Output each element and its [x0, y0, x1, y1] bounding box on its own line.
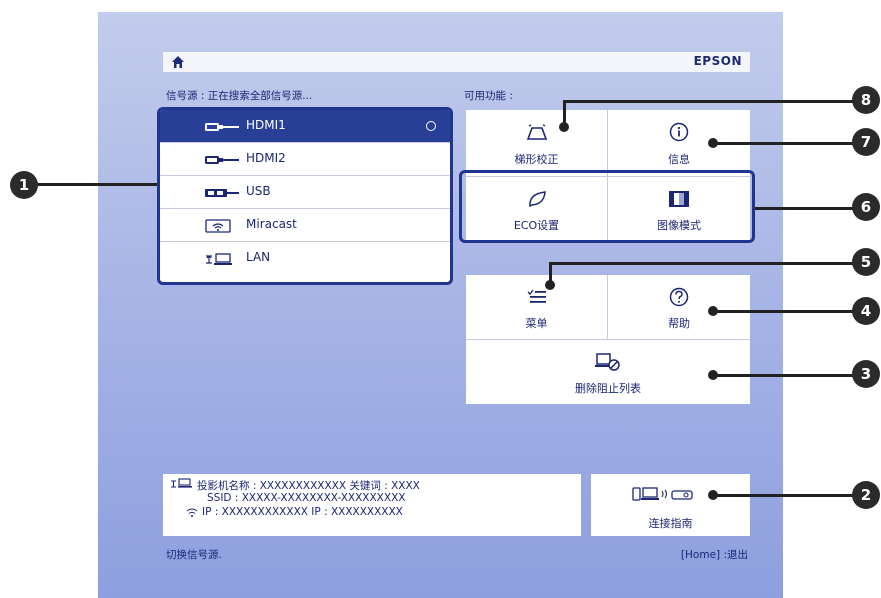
source-item-miracast[interactable]: Miracast	[160, 209, 450, 242]
delete-blocklist-button[interactable]: 删除阻止列表	[466, 340, 750, 404]
source-label: HDMI1	[246, 118, 286, 132]
source-label: HDMI2	[246, 151, 286, 165]
lan-icon	[206, 253, 232, 265]
source-label: Miracast	[246, 217, 297, 231]
hdmi-connector-icon	[205, 123, 239, 131]
callout-line	[713, 374, 853, 377]
callout-badge-8: 8	[852, 86, 880, 114]
callout-badge-1: 1	[10, 171, 38, 199]
top-bar: EPSON	[163, 52, 750, 72]
blocked-display-icon	[595, 353, 620, 371]
features-section-label: 可用功能 :	[464, 90, 513, 102]
source-label: USB	[246, 184, 271, 198]
callout-badge-4: 4	[852, 297, 880, 325]
callout-badge-5: 5	[852, 248, 880, 276]
callout-line	[713, 310, 853, 313]
menu-label: 菜单	[525, 317, 548, 330]
usb-connector-icon	[205, 189, 239, 197]
callout-dot	[559, 122, 569, 132]
source-item-usb[interactable]: USB	[160, 176, 450, 209]
projector-name-keyword: 投影机名称 : XXXXXXXXXXXX 关键词 : XXXX	[197, 480, 420, 492]
help-button[interactable]: 帮助	[608, 275, 750, 339]
menu-button[interactable]: 菜单	[466, 275, 607, 339]
help-icon	[669, 287, 689, 307]
menu-list-icon	[527, 289, 546, 303]
ssid-line: SSID : XXXXX-XXXXXXXX-XXXXXXXXX	[207, 492, 406, 504]
callout-line	[755, 207, 853, 210]
source-item-hdmi1[interactable]: HDMI1	[160, 110, 450, 143]
callout-line	[36, 183, 157, 186]
callout-line	[563, 100, 853, 103]
keystone-icon	[526, 124, 547, 140]
info-icon	[669, 122, 689, 142]
callout-badge-3: 3	[852, 360, 880, 388]
hdmi-connector-icon	[205, 156, 239, 164]
connection-guide-label: 连接指南	[648, 517, 693, 530]
connection-guide-button[interactable]: 连接指南	[591, 474, 750, 536]
callout-line	[713, 494, 853, 497]
source-section-label: 信号源 : 正在搜索全部信号源...	[166, 90, 313, 102]
ip-address-line: IP : XXXXXXXXXXXX IP : XXXXXXXXXX	[202, 506, 403, 518]
source-item-lan[interactable]: LAN	[160, 242, 450, 275]
callout-line	[549, 262, 853, 265]
footer-exit-hint: [Home] :退出	[680, 549, 748, 561]
wifi-icon	[205, 219, 231, 233]
delete-blocklist-label: 删除阻止列表	[575, 382, 641, 395]
callout-dot	[545, 280, 555, 290]
info-label: 信息	[668, 153, 690, 166]
help-label: 帮助	[668, 317, 690, 330]
home-icon[interactable]	[171, 55, 185, 69]
source-list: HDMI1 HDMI2 USB Miracast LAN	[157, 107, 453, 285]
wireless-icon	[186, 508, 198, 517]
projector-info-panel: 投影机名称 : XXXXXXXXXXXX 关键词 : XXXX SSID : X…	[163, 474, 581, 536]
callout-line	[713, 142, 853, 145]
source-item-hdmi2[interactable]: HDMI2	[160, 143, 450, 176]
source-label: LAN	[246, 250, 271, 264]
footer-hint: 切换信号源.	[166, 549, 222, 561]
keystone-button[interactable]: 梯形校正	[466, 110, 607, 176]
connection-devices-icon	[632, 487, 693, 501]
callout-badge-2: 2	[852, 481, 880, 509]
selected-radio-indicator	[426, 121, 436, 131]
keystone-label: 梯形校正	[514, 153, 559, 166]
callout-badge-7: 7	[852, 128, 880, 156]
callout-badge-6: 6	[852, 193, 880, 221]
lan-icon	[171, 478, 192, 488]
features-grid-bottom: 菜单 帮助 删除阻止列表	[466, 275, 750, 404]
eco-image-highlight	[459, 170, 755, 243]
brand-logo: EPSON	[693, 54, 742, 68]
